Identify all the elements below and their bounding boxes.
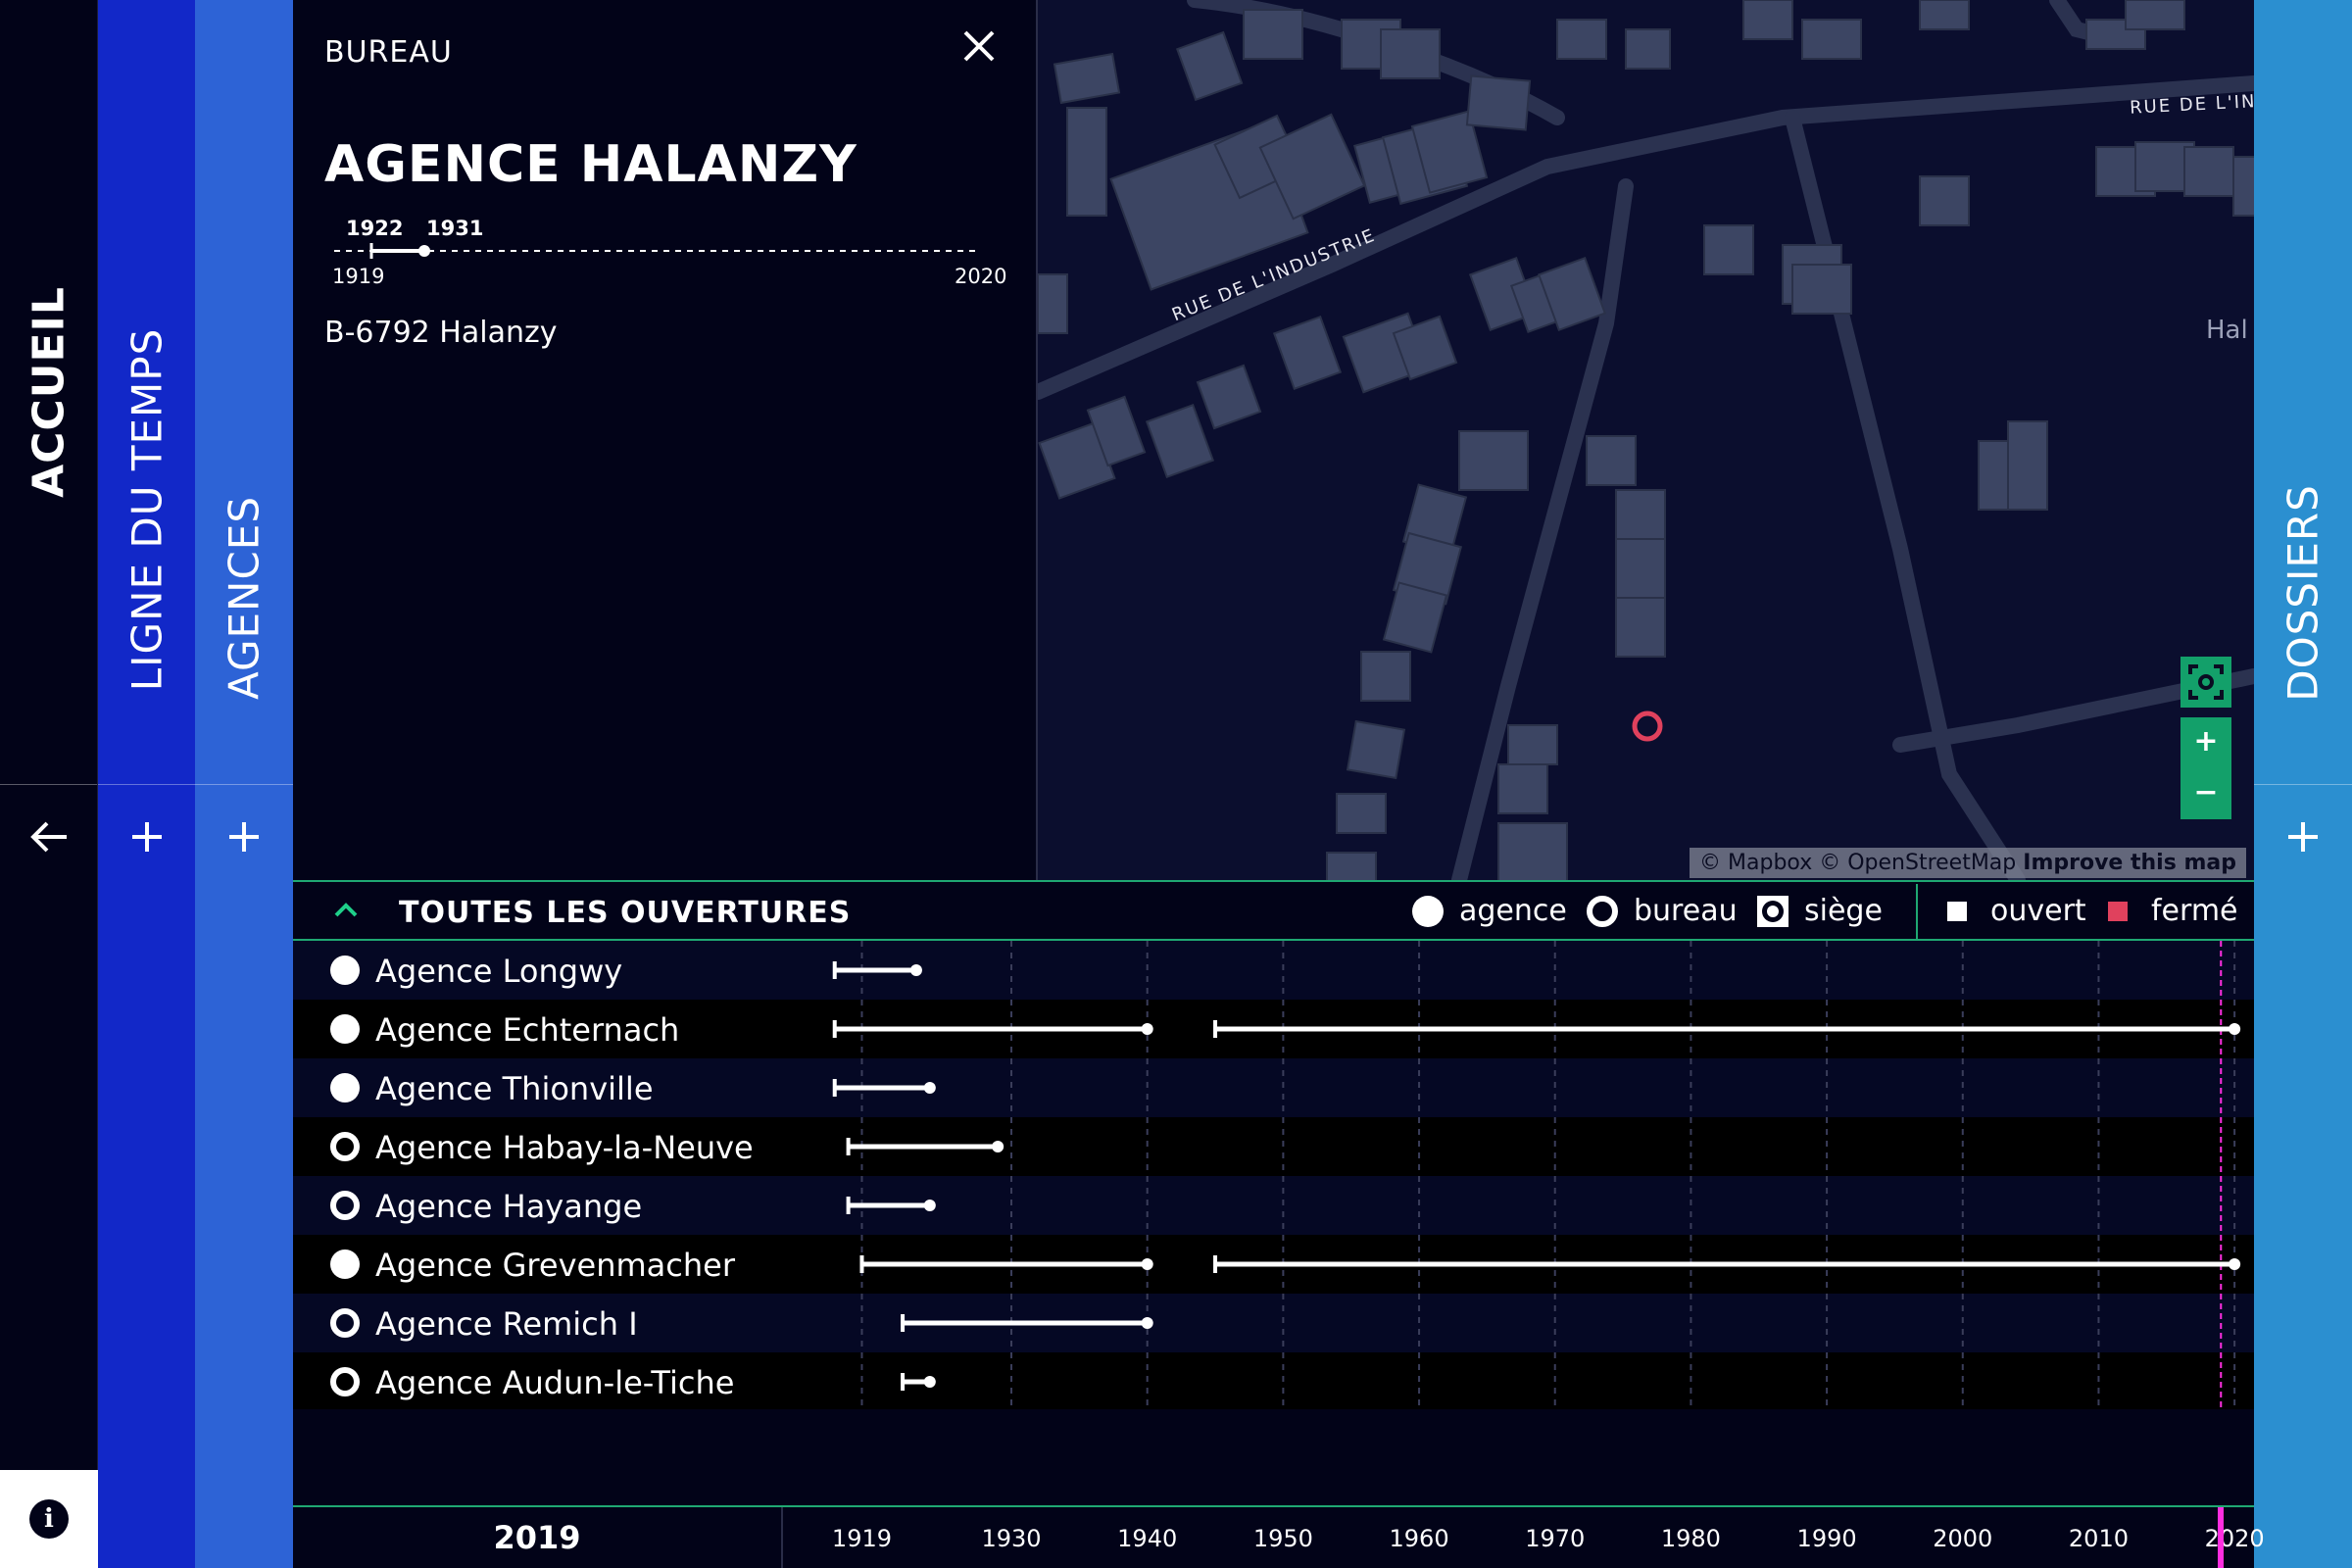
axis-tick-label: 1960: [1389, 1525, 1449, 1552]
open-period-bar: [859, 1255, 1153, 1273]
nav-agences-label: AGENCES: [220, 495, 269, 701]
bureau-icon: [1587, 895, 1618, 927]
axis-tick-label: 1940: [1117, 1525, 1178, 1552]
info-button[interactable]: i: [0, 1470, 98, 1568]
range-start: 1919: [332, 265, 385, 288]
range-end: 2020: [955, 265, 1007, 288]
attribution-text: © Mapbox © OpenStreetMap: [1699, 851, 2017, 875]
location-marker[interactable]: [1632, 710, 1663, 742]
close-year: 1931: [426, 217, 484, 240]
axis-tick-label: 1930: [981, 1525, 1042, 1552]
panel-address: B-6792 Halanzy: [324, 316, 558, 350]
legend-divider: [1916, 884, 1918, 941]
legend-agence[interactable]: agence: [1412, 894, 1567, 928]
agency-list: Agence Longwy Agence Echternach Agence Thi…: [293, 941, 2254, 1409]
legend-ferme-label: fermé: [2151, 894, 2238, 928]
open-period-bar: [832, 961, 922, 979]
axis-ticks: 1919 1930 1940 1950 1960 1970 1980 1990 2000 2010…: [293, 1507, 2265, 1568]
open-period-bar: [1213, 1020, 2241, 1038]
timeline-header: TOUTES LES OUVERTURES agence bureau sièg…: [293, 880, 2254, 941]
nav-ligne-label: LIGNE DU TEMPS: [122, 327, 171, 692]
arrow-left-icon[interactable]: [29, 818, 69, 861]
timeline-axis: 2019 1919 1930 1940 1950 1960 1970 1980 1990 200…: [293, 1505, 2265, 1568]
nav-accueil-label: ACCUEIL: [24, 286, 74, 498]
closed-swatch: [2108, 901, 2128, 921]
legend-ouvert[interactable]: ouvert: [1947, 894, 2086, 928]
axis-tick-label: 1980: [1660, 1525, 1721, 1552]
agency-info-panel: BUREAU AGENCE HALANZY 1922 1931 1919 202…: [293, 0, 1038, 880]
divider: [2254, 784, 2352, 785]
close-icon[interactable]: [962, 27, 996, 71]
plus-icon[interactable]: [2286, 818, 2320, 861]
timeline-grid: [832, 941, 2241, 1409]
legend-siege[interactable]: siège: [1757, 894, 1883, 928]
divider: [98, 784, 195, 785]
open-year: 1922: [346, 217, 404, 240]
siege-icon: [1757, 895, 1788, 927]
open-period-bar: [832, 1079, 936, 1097]
map[interactable]: RUE DE L'INDUSTRIE RUE DE L'INDUSTRIE Ha…: [1038, 0, 2254, 880]
nav-dossiers[interactable]: DOSSIERS: [2254, 0, 2352, 1568]
info-icon: i: [29, 1499, 69, 1539]
current-year-marker[interactable]: [2218, 1507, 2225, 1568]
nav-agences[interactable]: AGENCES: [195, 0, 293, 1568]
axis-tick-label: 1919: [831, 1525, 893, 1552]
zoom-in-button[interactable]: +: [2180, 717, 2231, 768]
plus-icon[interactable]: [227, 818, 261, 861]
zoom-out-button[interactable]: −: [2180, 768, 2231, 819]
open-period-bar: [832, 1020, 1153, 1038]
nav-dossiers-label: DOSSIERS: [2278, 484, 2328, 702]
map-canvas[interactable]: [1038, 0, 2254, 880]
axis-tick-label: 1970: [1525, 1525, 1586, 1552]
agence-icon: [1412, 895, 1444, 927]
plus-icon[interactable]: [130, 818, 164, 861]
open-period-bar: [901, 1314, 1153, 1332]
recenter-button[interactable]: [2180, 657, 2231, 708]
nav-ligne-du-temps[interactable]: LIGNE DU TEMPS: [98, 0, 195, 1568]
place-label: Hal: [2206, 316, 2248, 345]
recenter-icon: [2188, 664, 2224, 700]
legend-ouvert-label: ouvert: [1990, 894, 2086, 928]
open-period-bar: [901, 1373, 936, 1391]
panel-title: AGENCE HALANZY: [324, 135, 858, 194]
axis-tick-label: 1950: [1252, 1525, 1313, 1552]
divider: [0, 784, 97, 785]
axis-tick-label: 2000: [1933, 1525, 1993, 1552]
mini-timeline-track: [334, 243, 981, 259]
legend-agence-label: agence: [1459, 894, 1567, 928]
legend-ferme[interactable]: fermé: [2108, 894, 2238, 928]
chevron-up-icon[interactable]: [332, 896, 360, 929]
open-period-bar: [846, 1138, 1004, 1155]
improve-map-link[interactable]: Improve this map: [2023, 851, 2236, 875]
timeline-title: TOUTES LES OUVERTURES: [399, 896, 852, 930]
map-attribution: © Mapbox © OpenStreetMap Improve this ma…: [1690, 848, 2246, 878]
divider: [195, 784, 293, 785]
nav-accueil[interactable]: ACCUEIL i: [0, 0, 98, 1568]
axis-tick-label: 2020: [2204, 1525, 2265, 1552]
axis-tick-label: 1990: [1796, 1525, 1857, 1552]
legend-bureau-label: bureau: [1634, 894, 1738, 928]
open-swatch: [1947, 901, 1967, 921]
open-period-bar: [1213, 1255, 2241, 1273]
timeline-panel: TOUTES LES OUVERTURES agence bureau sièg…: [293, 880, 2254, 1507]
legend-bureau[interactable]: bureau: [1587, 894, 1738, 928]
legend-siege-label: siège: [1804, 894, 1883, 928]
panel-type: BUREAU: [324, 35, 453, 70]
axis-tick-label: 2010: [2068, 1525, 2129, 1552]
